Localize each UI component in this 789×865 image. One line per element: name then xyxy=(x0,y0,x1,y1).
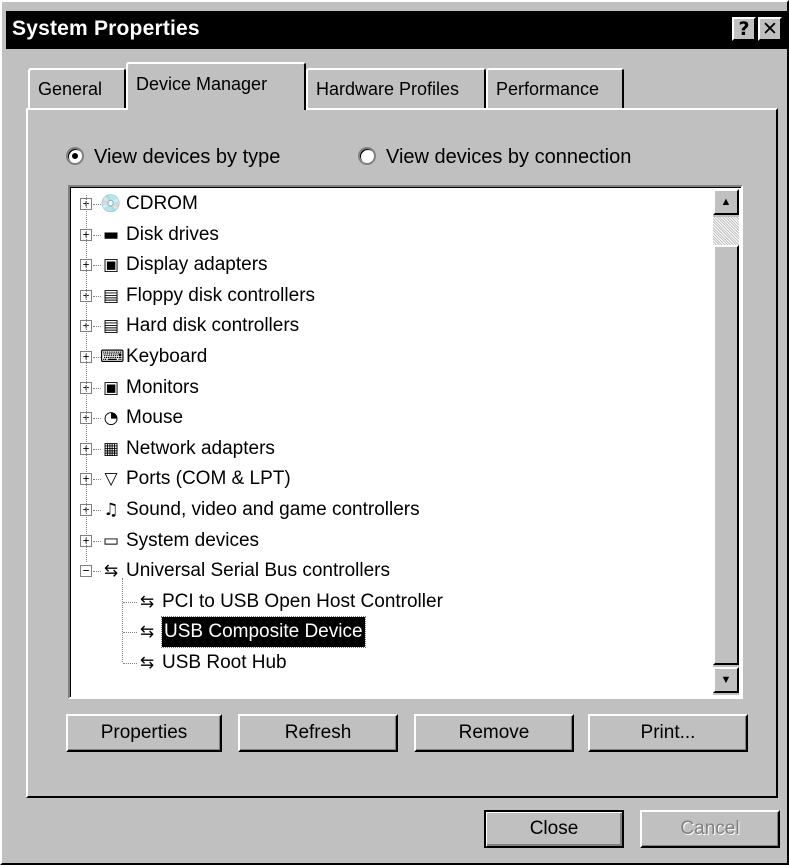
disk-drive-icon: ▬ xyxy=(102,224,120,245)
tree-category-label: Hard disk controllers xyxy=(126,315,300,337)
tab-hardware-profiles[interactable]: Hardware Profiles xyxy=(306,68,486,108)
view-by-connection-option[interactable]: View devices by connection xyxy=(358,146,631,169)
system-properties-window: System Properties ? ✕ General Device Man… xyxy=(0,0,789,865)
usb-icon: ⇆ xyxy=(139,591,155,612)
tab-device-manager-label: Device Manager xyxy=(136,74,268,94)
tree-category-label: Sound, video and game controllers xyxy=(126,499,420,520)
tree-connector-line xyxy=(123,632,137,634)
close-button[interactable]: Close xyxy=(484,810,624,848)
tab-hardware-profiles-label: Hardware Profiles xyxy=(316,79,460,99)
selected-device-label: USB Composite Device xyxy=(161,616,366,649)
tree-category-label: CDROM xyxy=(126,193,198,214)
keyboard-icon: ⌨ xyxy=(100,347,125,367)
tree-category-label: Mouse xyxy=(126,407,184,429)
tab-performance-label: Performance xyxy=(496,79,600,99)
usb-icon: ⇆ xyxy=(139,622,155,643)
help-button[interactable]: ? xyxy=(732,17,756,41)
tree-category-label: Universal Serial Bus controllers xyxy=(126,560,390,582)
window-title: System Properties xyxy=(12,17,200,40)
close-window-button[interactable]: ✕ xyxy=(758,17,782,41)
collapse-icon[interactable]: − xyxy=(80,565,92,578)
device-tree[interactable]: + 💿 CDROM + ▬ Disk drives + ▣ Display adapters + ▤… xyxy=(68,185,743,699)
device-manager-panel: View devices by type View devices by con… xyxy=(26,108,778,798)
hard-disk-controller-icon: ▤ xyxy=(102,316,120,337)
tree-connector-line xyxy=(122,578,123,662)
tab-general-label: General xyxy=(38,79,103,99)
tree-category-label: Ports (COM & LPT) xyxy=(126,468,291,490)
view-by-type-option[interactable]: View devices by type xyxy=(66,146,280,169)
title-bar[interactable]: System Properties ? ✕ xyxy=(6,11,787,49)
tree-connector-line xyxy=(123,601,137,603)
tree-category-label: Keyboard xyxy=(126,346,208,367)
tab-general[interactable]: General xyxy=(28,68,126,108)
scroll-thumb[interactable] xyxy=(713,217,739,245)
usb-icon: ⇆ xyxy=(139,653,155,673)
tree-device-label: PCI to USB Open Host Controller xyxy=(162,590,443,612)
display-adapter-icon: ▣ xyxy=(102,255,120,276)
tree-connector-line xyxy=(123,663,137,664)
tree-category-label: System devices xyxy=(126,529,260,551)
tab-performance[interactable]: Performance xyxy=(486,68,624,108)
view-by-connection-radio[interactable] xyxy=(358,147,376,165)
tree-scrollbar[interactable]: ▲ ▼ xyxy=(713,189,739,695)
usb-icon: ⇆ xyxy=(103,561,119,582)
tree-connector-line xyxy=(86,195,87,563)
floppy-controller-icon: ▤ xyxy=(102,285,120,306)
scroll-up-button[interactable]: ▲ xyxy=(713,189,739,215)
system-device-icon: ▭ xyxy=(102,530,120,551)
tree-category-label: Display adapters xyxy=(126,254,268,276)
tree-category-label: Floppy disk controllers xyxy=(126,284,316,306)
network-adapter-icon: ▦ xyxy=(102,438,120,459)
cancel-button[interactable]: Cancel xyxy=(640,810,780,848)
port-icon: ▽ xyxy=(104,469,118,490)
monitor-icon: ▣ xyxy=(102,377,120,398)
tree-category-label: Disk drives xyxy=(126,223,219,245)
tree-category-label: Monitors xyxy=(126,376,199,398)
view-by-connection-label: View devices by connection xyxy=(386,146,632,168)
scroll-track[interactable] xyxy=(713,245,739,665)
scroll-down-button[interactable]: ▼ xyxy=(713,667,739,693)
remove-button[interactable]: Remove xyxy=(414,714,574,752)
cdrom-icon: 💿 xyxy=(100,194,122,214)
tree-category-label: Network adapters xyxy=(126,437,275,459)
tab-device-manager[interactable]: Device Manager xyxy=(126,62,306,110)
print-button[interactable]: Print... xyxy=(588,714,748,752)
view-by-type-label: View devices by type xyxy=(94,146,281,168)
properties-button[interactable]: Properties xyxy=(66,714,222,752)
refresh-button[interactable]: Refresh xyxy=(238,714,398,752)
tree-device-label: USB Root Hub xyxy=(162,652,287,673)
mouse-icon: ◔ xyxy=(103,408,119,429)
view-by-type-radio[interactable] xyxy=(66,147,84,165)
sound-icon: ♫ xyxy=(103,500,119,520)
